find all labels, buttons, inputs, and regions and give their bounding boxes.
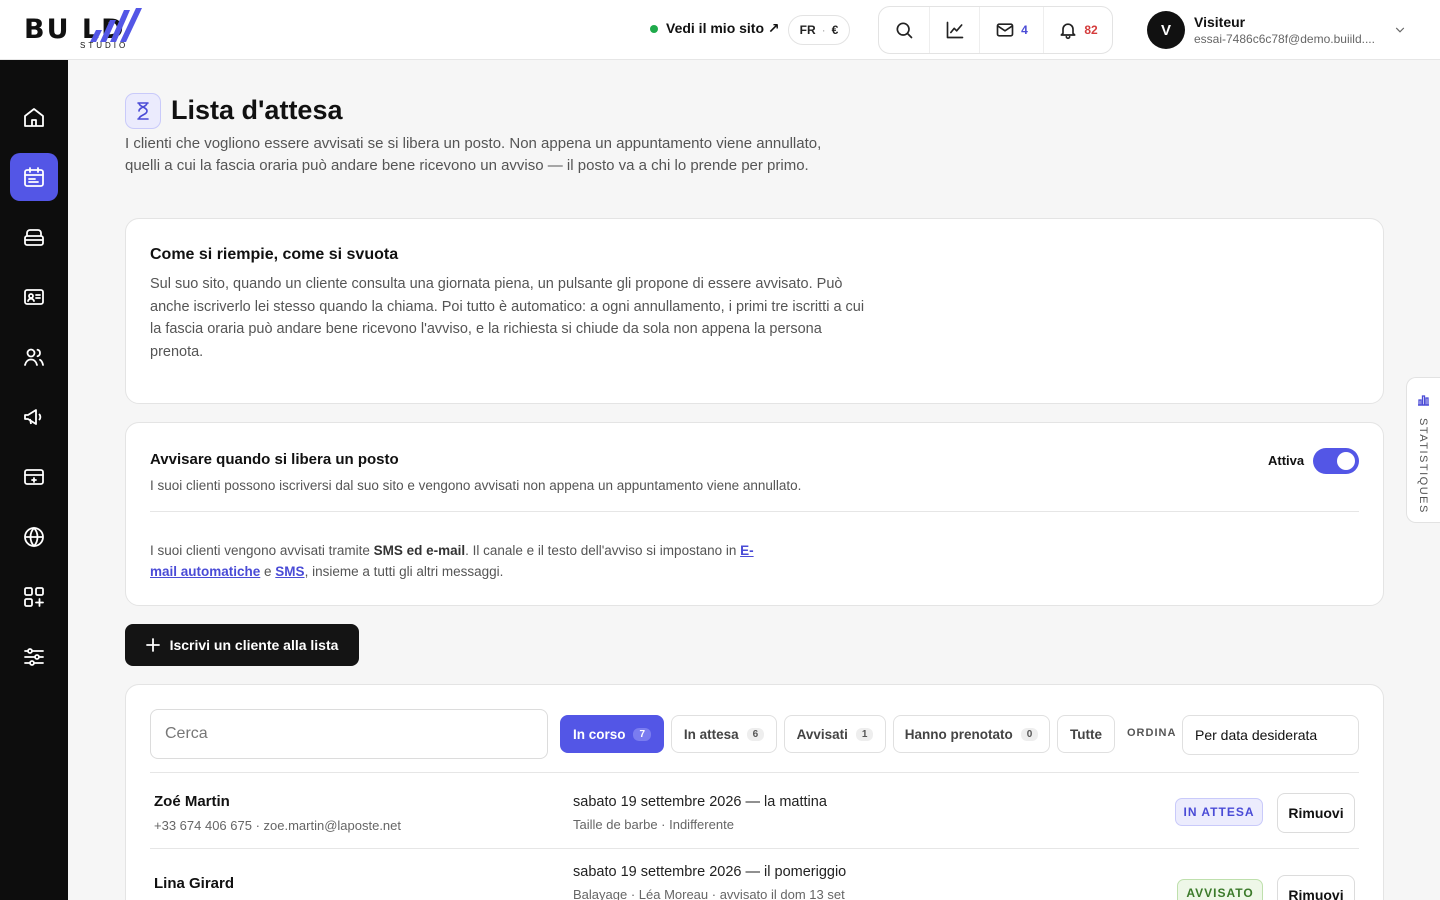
user-email: essai-7486c6c78f@demo.buiild.... — [1194, 32, 1375, 46]
sidebar-item-home[interactable] — [10, 93, 58, 141]
logo-bars-icon — [90, 8, 142, 42]
language-code: FR — [799, 23, 816, 37]
sidebar-item-clients[interactable] — [10, 333, 58, 381]
sidebar-item-settings[interactable] — [10, 633, 58, 681]
filter-count: 0 — [1020, 727, 1039, 741]
bar-chart-icon — [1418, 395, 1429, 406]
client-name: Lina Girard — [154, 875, 235, 892]
notify-card-title: Avvisare quando si libera un posto — [150, 451, 399, 468]
user-name: Visiteur — [1194, 14, 1246, 30]
logo-subtitle: STUDIO — [80, 41, 129, 50]
brand-logo[interactable]: BU LD STUDIO — [24, 8, 184, 52]
sms-link[interactable]: SMS — [275, 564, 304, 579]
notify-settings-card: Avvisare quando si libera un posto I suo… — [125, 422, 1384, 606]
divider — [150, 848, 1359, 849]
currency-symbol: € — [831, 23, 839, 37]
statistics-side-tab[interactable]: STATISTIQUES — [1406, 377, 1440, 523]
toggle-label: Attiva — [1268, 453, 1305, 468]
add-client-button[interactable]: Iscrivi un cliente alla lista — [125, 624, 359, 666]
notify-card-note: I suoi clienti vengono avvisati tramite … — [150, 543, 754, 579]
filter-count: 6 — [746, 727, 765, 741]
sidebar-item-payments[interactable] — [10, 453, 58, 501]
status-badge: IN ATTESA — [1175, 798, 1263, 826]
sort-label: ORDINA — [1127, 727, 1177, 739]
requested-date: sabato 19 settembre 2026 — il pomeriggio — [573, 864, 847, 880]
add-client-label: Iscrivi un cliente alla lista — [169, 637, 339, 653]
view-site-label: Vedi il mio sito ↗ — [666, 20, 780, 36]
sidebar-item-contacts[interactable] — [10, 273, 58, 321]
top-bar: BU LD STUDIO Vedi il mio sito ↗ FR · € 4 — [0, 0, 1440, 60]
bell-icon — [1060, 23, 1076, 40]
sort-select[interactable]: Per data desiderata — [1182, 715, 1359, 755]
sidebar-item-marketing[interactable] — [10, 393, 58, 441]
title-icon-box — [125, 93, 161, 129]
messages-count: 4 — [1021, 23, 1028, 37]
clients-icon — [24, 348, 44, 366]
sidebar-item-apps[interactable] — [10, 573, 58, 621]
payment-icon — [24, 469, 44, 485]
online-status-dot — [650, 24, 658, 33]
notify-card-subtitle: I suoi clienti possono iscriversi dal su… — [150, 478, 802, 493]
remove-button[interactable]: Rimuovi — [1277, 793, 1355, 833]
search-icon — [896, 22, 913, 39]
request-details: Balayage · Léa Moreau · avvisato il dom … — [573, 887, 845, 900]
toggle-knob — [1337, 452, 1355, 470]
filter-in-progress[interactable]: In corso 7 — [560, 715, 664, 753]
contact-card-icon — [24, 289, 44, 305]
mail-icon — [996, 23, 1014, 37]
view-site-link[interactable]: Vedi il mio sito ↗ — [650, 20, 780, 37]
sidebar-item-calendar[interactable] — [10, 153, 58, 201]
services-icon — [24, 229, 44, 246]
messages-button[interactable]: 4 — [979, 7, 1043, 53]
hourglass-icon — [137, 102, 149, 120]
client-contact: +33 674 406 675 · zoe.martin@laposte.net — [154, 818, 401, 833]
sidebar-item-services[interactable] — [10, 213, 58, 261]
filter-count: 7 — [633, 727, 652, 741]
sidebar-item-website[interactable] — [10, 513, 58, 561]
apps-icon — [24, 587, 44, 607]
filter-all[interactable]: Tutte — [1057, 715, 1115, 753]
search-button[interactable] — [879, 7, 929, 53]
calendar-icon — [24, 167, 44, 187]
megaphone-icon — [24, 409, 42, 425]
info-card-title: Come si riempie, come si svuota — [150, 246, 399, 263]
analytics-button[interactable] — [929, 7, 979, 53]
settings-sliders-icon — [24, 648, 44, 666]
globe-icon — [24, 526, 44, 548]
main-content: Lista d'attesa I clienti che vogliono es… — [68, 60, 1440, 900]
page-description: I clienti che vogliono essere avvisati s… — [125, 135, 822, 174]
plus-icon — [145, 638, 160, 652]
statistics-label: STATISTIQUES — [1417, 418, 1429, 514]
filter-booked[interactable]: Hanno prenotato 0 — [893, 715, 1050, 753]
avatar: V — [1147, 11, 1185, 49]
divider — [150, 772, 1359, 773]
home-icon — [24, 108, 44, 127]
user-menu[interactable]: V Visiteur essai-7486c6c78f@demo.buiild.… — [1147, 11, 1405, 49]
remove-button[interactable]: Rimuovi — [1277, 875, 1355, 900]
sidebar — [0, 60, 68, 900]
filter-waiting[interactable]: In attesa 6 — [671, 715, 777, 753]
filter-count: 1 — [855, 727, 874, 741]
channels-label: SMS ed e-mail — [373, 543, 466, 558]
requested-date: sabato 19 settembre 2026 — la mattina — [573, 794, 827, 810]
divider — [150, 511, 1359, 512]
filter-notified[interactable]: Avvisati 1 — [784, 715, 886, 753]
notify-toggle[interactable] — [1313, 448, 1359, 474]
search-input[interactable] — [150, 709, 548, 759]
header-tools: 4 82 — [878, 6, 1113, 54]
chart-line-icon — [946, 21, 963, 39]
request-details: Taille de barbe · Indifferente — [573, 817, 734, 832]
waitlist-card: In corso7 In attesa6 Avvisati1 Hanno pre… — [125, 684, 1384, 900]
chevron-down-icon — [1395, 27, 1405, 33]
page-title: Lista d'attesa — [171, 95, 343, 125]
status-badge: AVVISATO — [1177, 879, 1263, 900]
client-name: Zoé Martin — [154, 793, 230, 810]
info-card-text: Sul suo sito, quando un cliente consulta… — [150, 276, 865, 360]
notifications-button[interactable]: 82 — [1043, 7, 1112, 53]
notifications-count: 82 — [1084, 23, 1098, 37]
language-currency-selector[interactable]: FR · € — [788, 15, 850, 45]
info-card: Come si riempie, come si svuota Sul suo … — [125, 218, 1384, 404]
